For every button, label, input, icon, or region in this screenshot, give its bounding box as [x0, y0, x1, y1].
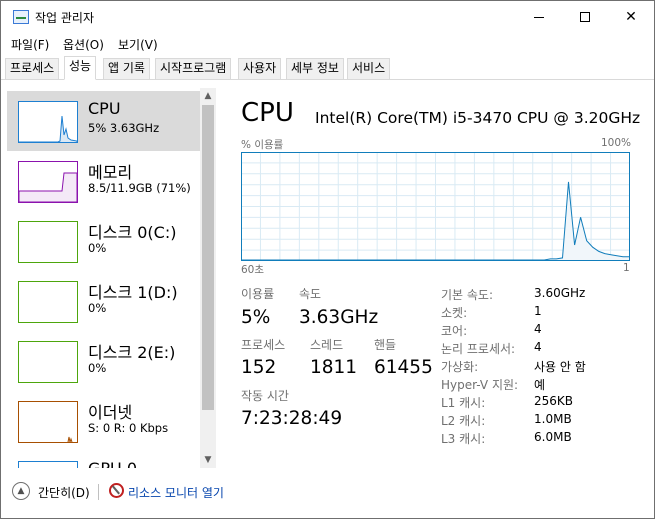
info-label-l3-cache: L3 캐시: [441, 432, 486, 446]
open-resource-monitor-link[interactable]: 리소스 모니터 열기 [128, 484, 224, 501]
collapse-chevron-up-icon[interactable]: ▲ [12, 482, 30, 500]
info-label-cores: 코어: [441, 324, 468, 338]
resource-list-scrollbar[interactable]: ▲ ▼ [200, 88, 216, 468]
footer-bar: ▲ 간단히(D) 리소스 모니터 열기 [1, 478, 654, 518]
maximize-button[interactable] [562, 1, 608, 33]
resource-item-cpu[interactable]: CPU 5% 3.63GHz [7, 91, 200, 151]
info-value-virtualization: 사용 안 함 [534, 360, 586, 374]
resource-item-title: 디스크 0(C:) [88, 223, 177, 242]
menu-view[interactable]: 보기(V) [118, 36, 158, 53]
task-manager-window: 작업 관리자 ✕ 파일(F) 옵션(O) 보기(V) 프로세스 성능 앱 기록 … [0, 0, 655, 519]
cpu-thumbnail-graph [18, 101, 78, 143]
info-value-base-speed: 3.60GHz [534, 286, 586, 300]
graph-time-span-label: 60초 [241, 264, 265, 276]
info-value-l3-cache: 6.0MB [534, 430, 572, 444]
tab-app-history[interactable]: 앱 기록 [103, 58, 150, 79]
menu-options[interactable]: 옵션(O) [63, 36, 104, 53]
minimize-button[interactable] [516, 1, 562, 33]
task-manager-app-icon [13, 10, 29, 24]
resource-item-disk-2[interactable]: 디스크 2(E:) 0% [7, 331, 200, 391]
ethernet-thumbnail-graph [18, 401, 78, 443]
disk-0-thumbnail-graph [18, 221, 78, 263]
cpu-heading: CPU [241, 98, 294, 128]
uptime-value: 7:23:28:49 [241, 408, 343, 429]
graph-time-end-label: 1 [623, 262, 630, 274]
resource-item-subtitle: 8.5/11.9GB (71%) [88, 181, 191, 195]
utilization-label: 이용률 [241, 287, 275, 301]
utilization-value: 5% [241, 307, 271, 328]
processes-label: 프로세스 [241, 338, 286, 352]
window-title: 작업 관리자 [35, 11, 95, 25]
tab-startup[interactable]: 시작프로그램 [155, 58, 232, 79]
resource-item-title: 디스크 2(E:) [88, 343, 176, 362]
fewer-details-button[interactable]: 간단히(D) [38, 484, 90, 501]
info-label-logical-processors: 논리 프로세서: [441, 342, 516, 356]
resource-item-title: CPU [88, 99, 121, 118]
title-bar[interactable]: 작업 관리자 ✕ [1, 1, 654, 33]
info-value-hyper-v: 예 [534, 378, 546, 392]
threads-label: 스레드 [310, 338, 344, 352]
resource-item-memory[interactable]: 메모리 8.5/11.9GB (71%) [7, 151, 200, 211]
resource-monitor-icon[interactable] [109, 483, 124, 498]
tab-processes[interactable]: 프로세스 [5, 58, 60, 79]
tab-bar: 프로세스 성능 앱 기록 시작프로그램 사용자 세부 정보 서비스 [1, 56, 654, 80]
memory-thumbnail-graph [18, 161, 78, 203]
info-value-l2-cache: 1.0MB [534, 412, 572, 426]
scroll-down-arrow-icon[interactable]: ▼ [200, 452, 216, 468]
cpu-detail-pane: CPU Intel(R) Core(TM) i5-3470 CPU @ 3.20… [217, 88, 654, 468]
resource-item-subtitle: 5% 3.63GHz [88, 121, 160, 135]
disk-1-thumbnail-graph [18, 281, 78, 323]
graph-max-label: 100% [601, 137, 632, 149]
info-label-l1-cache: L1 캐시: [441, 396, 486, 410]
speed-label: 속도 [299, 287, 322, 301]
scrollbar-thumb[interactable] [202, 105, 214, 410]
info-label-hyper-v: Hyper-V 지원: [441, 378, 519, 392]
info-value-l1-cache: 256KB [534, 394, 574, 408]
info-value-logical-processors: 4 [534, 340, 542, 354]
resource-item-subtitle: 0% [88, 361, 107, 375]
threads-value: 1811 [310, 357, 358, 378]
close-icon: ✕ [625, 9, 637, 25]
uptime-label: 작동 시간 [241, 389, 289, 403]
close-button[interactable]: ✕ [608, 1, 654, 33]
footer-divider [98, 484, 99, 500]
tab-services[interactable]: 서비스 [347, 58, 391, 79]
processes-value: 152 [241, 357, 277, 378]
scroll-up-arrow-icon[interactable]: ▲ [200, 88, 216, 104]
gpu-0-thumbnail-graph [18, 461, 78, 468]
resource-item-disk-0[interactable]: 디스크 0(C:) 0% [7, 211, 200, 271]
handles-label: 핸들 [374, 338, 397, 352]
resource-item-title: GPU 0 [88, 459, 137, 468]
tab-users[interactable]: 사용자 [238, 58, 282, 79]
resource-item-title: 이더넷 [88, 403, 133, 422]
resource-item-subtitle: 0% [88, 301, 107, 315]
graph-utilization-label: % 이용률 [241, 139, 284, 151]
info-value-sockets: 1 [534, 304, 542, 318]
tab-performance[interactable]: 성능 [64, 56, 97, 80]
cpu-model-name: Intel(R) Core(TM) i5-3470 CPU @ 3.20GHz [315, 109, 641, 127]
resource-item-title: 디스크 1(D:) [88, 283, 178, 302]
resource-list: CPU 5% 3.63GHz 메모리 8.5/11.9GB (71%) 디스크 … [7, 88, 200, 468]
speed-value: 3.63GHz [299, 307, 379, 328]
info-label-virtualization: 가상화: [441, 360, 479, 374]
maximize-icon [580, 12, 590, 22]
info-label-l2-cache: L2 캐시: [441, 414, 486, 428]
menu-file[interactable]: 파일(F) [11, 36, 49, 53]
info-label-base-speed: 기본 속도: [441, 288, 494, 302]
resource-item-ethernet[interactable]: 이더넷 S: 0 R: 0 Kbps [7, 391, 200, 451]
info-label-sockets: 소켓: [441, 306, 468, 320]
minimize-icon [534, 16, 544, 18]
info-value-cores: 4 [534, 322, 542, 336]
handles-value: 61455 [374, 357, 433, 378]
resource-item-title: 메모리 [88, 163, 133, 182]
resource-item-subtitle: 0% [88, 241, 107, 255]
tab-details[interactable]: 세부 정보 [286, 58, 344, 79]
resource-item-disk-1[interactable]: 디스크 1(D:) 0% [7, 271, 200, 331]
resource-item-subtitle: S: 0 R: 0 Kbps [88, 421, 169, 435]
resource-item-gpu-0[interactable]: GPU 0 [7, 451, 200, 468]
disk-2-thumbnail-graph [18, 341, 78, 383]
cpu-utilization-graph [241, 152, 630, 261]
menu-bar: 파일(F) 옵션(O) 보기(V) [1, 34, 654, 54]
